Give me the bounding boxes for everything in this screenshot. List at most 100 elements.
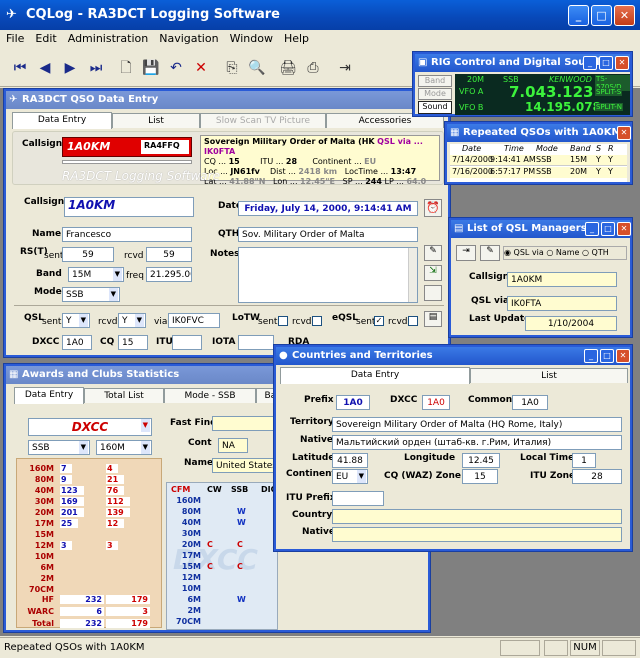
awards-tab-total-list[interactable]: Total List <box>84 388 164 403</box>
table-row[interactable]: 7/14/2000 9:14:41 AM SSB 15M Y Y <box>450 155 627 166</box>
first-record-icon[interactable]: ⏮ <box>8 56 32 80</box>
fast-find-input[interactable] <box>212 416 282 431</box>
menu-edit[interactable]: Edit <box>29 30 61 45</box>
qslmgr-maximize-button[interactable]: □ <box>601 222 615 236</box>
latitude-input[interactable]: 41.88 <box>332 453 368 468</box>
freq-input[interactable]: 21.295.00 <box>146 267 192 282</box>
countries-maximize-button[interactable]: □ <box>600 349 614 363</box>
qth-input[interactable]: Sov. Military Order of Malta <box>238 227 418 242</box>
cq-input[interactable]: 15 <box>118 335 148 350</box>
notes-input[interactable] <box>238 247 418 303</box>
grid-cell-ssb[interactable]: W <box>237 595 246 604</box>
awards-tab-data-entry[interactable]: Data Entry <box>14 387 84 404</box>
new-icon[interactable]: 🗋 <box>114 56 138 80</box>
radio-qth[interactable]: ○ QTH <box>582 248 609 257</box>
countries-minimize-button[interactable]: _ <box>584 349 598 363</box>
delete-icon[interactable]: ✕ <box>189 56 213 80</box>
clock-icon[interactable]: ⏰ <box>424 199 442 217</box>
territory-input[interactable]: Sovereign Military Order of Malta (HQ Ro… <box>332 417 622 432</box>
pin-icon[interactable]: ⇥ <box>456 245 476 261</box>
notes-scrollbar[interactable] <box>408 248 417 302</box>
award-mode-select[interactable]: SSB <box>28 440 90 455</box>
native2-input[interactable] <box>332 527 622 542</box>
table-row[interactable]: 7/16/2000 6:57:17 PM SSB 20M Y Y <box>450 167 627 178</box>
date-input[interactable]: Friday, July 14, 2000, 9:14:41 AM <box>238 201 418 216</box>
notes-blank-button[interactable] <box>424 285 442 301</box>
lotw-rcvd-checkbox[interactable] <box>312 316 322 326</box>
itu-zone-input[interactable]: 28 <box>572 469 622 484</box>
tab-list[interactable]: List <box>112 113 200 128</box>
find-icon[interactable]: 🔍 <box>245 56 269 80</box>
countries-tab-data-entry[interactable]: Data Entry <box>280 367 470 384</box>
prefix-input[interactable]: 1A0 <box>336 395 370 410</box>
via-input[interactable]: IK0FVC <box>168 313 220 328</box>
maximize-button[interactable]: □ <box>591 5 612 26</box>
rig-band-button[interactable]: Band <box>418 75 452 87</box>
award-select[interactable]: DXCC <box>28 418 152 436</box>
undo-icon[interactable]: ↶ <box>164 56 188 80</box>
prev-record-icon[interactable]: ◀ <box>33 56 57 80</box>
local-time-input[interactable]: 1 <box>572 453 596 468</box>
notes-edit-icon[interactable]: ✎ <box>424 245 442 261</box>
call-input[interactable]: 1A0KM <box>64 197 194 217</box>
iota-input[interactable] <box>238 335 274 350</box>
qsl-card-icon[interactable]: ▤ <box>424 311 442 327</box>
minimize-button[interactable]: _ <box>568 5 589 26</box>
grid-cell-cw[interactable]: C <box>207 540 213 549</box>
qslmgr-close-button[interactable]: ✕ <box>617 222 631 236</box>
rig-sound-button[interactable]: Sound <box>418 101 452 114</box>
continent-select[interactable]: EU <box>332 469 368 484</box>
itu-prefix-input[interactable] <box>332 491 384 506</box>
grid-cell-cw[interactable]: C <box>207 562 213 571</box>
grid-cell-ssb[interactable]: W <box>237 518 246 527</box>
award-name-input[interactable]: United States of <box>212 458 276 473</box>
cont-input[interactable]: NA <box>218 438 248 453</box>
mode-select[interactable]: SSB <box>62 287 120 302</box>
qslmgr-update-input[interactable]: 1/10/2004 <box>525 316 617 331</box>
dxcc-input[interactable]: 1A0 <box>62 335 92 350</box>
country-input[interactable] <box>332 509 622 524</box>
menu-window[interactable]: Window <box>224 30 278 45</box>
print-preview-icon[interactable]: 🖨 <box>276 56 300 80</box>
qsl-sent-select[interactable]: Y <box>62 313 90 328</box>
cq-zone-input[interactable]: 15 <box>462 469 498 484</box>
menu-help[interactable]: Help <box>278 30 314 45</box>
tab-sstv[interactable]: Slow Scan TV Picture <box>200 113 326 128</box>
band-select[interactable]: 15M <box>68 267 124 282</box>
qslmgr-callsign-input[interactable]: 1A0KM <box>507 272 617 287</box>
qslmgr-minimize-button[interactable]: _ <box>585 222 599 236</box>
exit-icon[interactable]: ⇥ <box>333 56 357 80</box>
lotw-sent-checkbox[interactable] <box>278 316 288 326</box>
grid-cell-ssb[interactable]: C <box>237 540 243 549</box>
eqsl-rcvd-checkbox[interactable] <box>408 316 418 326</box>
eqsl-sent-checkbox[interactable]: ✓ <box>374 316 384 326</box>
repeated-close-button[interactable]: ✕ <box>617 126 631 140</box>
print-icon[interactable]: ⎙ <box>301 56 325 80</box>
grid-cell-ssb[interactable]: C <box>237 562 243 571</box>
awards-tab-mode[interactable]: Mode - SSB <box>164 388 256 403</box>
next-record-icon[interactable]: ▶ <box>58 56 82 80</box>
rst-sent-input[interactable]: 59 <box>62 247 114 262</box>
tab-data-entry[interactable]: Data Entry <box>12 112 112 129</box>
countries-tab-list[interactable]: List <box>470 368 628 383</box>
close-button[interactable]: ✕ <box>614 5 635 26</box>
country-dxcc-input[interactable]: 1A0 <box>422 395 450 410</box>
rig-minimize-button[interactable]: _ <box>583 56 597 70</box>
itu-input[interactable] <box>172 335 202 350</box>
radio-qsl-via[interactable]: ◉ QSL via <box>504 248 544 257</box>
copy-icon[interactable]: ⎘ <box>220 56 244 80</box>
qsl-rcvd-select[interactable]: Y <box>118 313 146 328</box>
countries-close-button[interactable]: ✕ <box>616 349 630 363</box>
notes-attach-icon[interactable]: ⇲ <box>424 265 442 281</box>
menu-administration[interactable]: Administration <box>62 30 154 45</box>
name-input[interactable]: Francesco <box>62 227 192 242</box>
longitude-input[interactable]: 12.45 <box>462 453 500 468</box>
rig-close-button[interactable]: ✕ <box>615 56 629 70</box>
qslmgr-qslvia-input[interactable]: IK0FTA <box>507 296 617 311</box>
grid-cell-ssb[interactable]: W <box>237 507 246 516</box>
edit-icon[interactable]: ✎ <box>480 245 500 261</box>
menu-navigation[interactable]: Navigation <box>153 30 223 45</box>
rst-rcvd-input[interactable]: 59 <box>146 247 192 262</box>
menu-file[interactable]: File <box>0 30 29 45</box>
rig-maximize-button[interactable]: □ <box>599 56 613 70</box>
